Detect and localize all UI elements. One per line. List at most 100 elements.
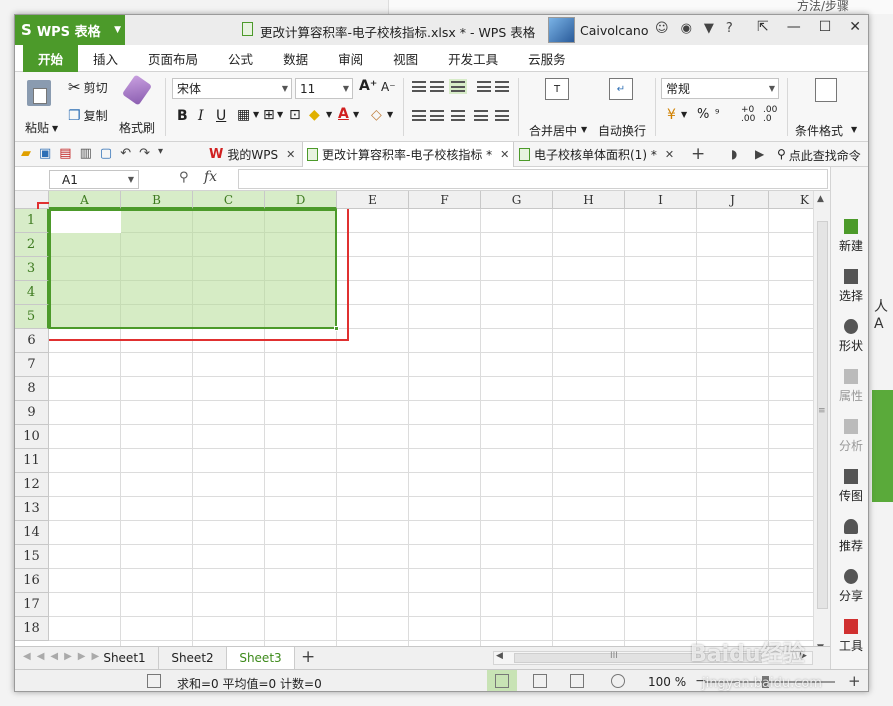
scroll-left-icon[interactable]: ◀ xyxy=(496,651,503,661)
sheet-tab-2[interactable]: Sheet2 xyxy=(159,647,227,669)
bold-button[interactable]: B xyxy=(177,108,188,124)
row-header-11[interactable]: 11 xyxy=(15,449,49,473)
paste-label[interactable]: 粘贴 xyxy=(25,119,49,136)
column-header-g[interactable]: G xyxy=(481,191,553,209)
row-header-6[interactable]: 6 xyxy=(15,329,49,353)
row-header-16[interactable]: 16 xyxy=(15,569,49,593)
help-icon[interactable]: ? xyxy=(726,21,733,36)
zoom-in-icon[interactable]: + xyxy=(848,672,861,690)
username[interactable]: Caivolcano xyxy=(580,23,648,38)
shirt-icon[interactable]: ▼ xyxy=(704,21,714,36)
number-format-select[interactable]: 常规 ▼ xyxy=(661,78,779,99)
merge-center-dropdown-icon[interactable]: ▼ xyxy=(581,125,587,134)
close-tab-icon[interactable]: ✕ xyxy=(286,148,295,161)
tab-page-layout[interactable]: 页面布局 xyxy=(133,45,213,72)
align-center-icon[interactable] xyxy=(430,110,444,121)
side-new-button[interactable]: 新建 xyxy=(831,219,868,254)
page-layout-view-icon[interactable] xyxy=(570,674,584,688)
row-header-1[interactable]: 1 xyxy=(15,209,49,233)
row-header-4[interactable]: 4 xyxy=(15,281,49,305)
decrease-decimal-icon[interactable]: .00.0 xyxy=(763,106,777,124)
badge-icon[interactable]: ☺ xyxy=(655,21,669,36)
clear-format-icon[interactable]: ◇ xyxy=(371,107,382,123)
align-bottom-icon[interactable] xyxy=(449,79,467,94)
side-upload-image-button[interactable]: 传图 xyxy=(831,469,868,504)
fx-button[interactable]: fx xyxy=(204,169,217,185)
row-header-7[interactable]: 7 xyxy=(15,353,49,377)
indent-left-icon[interactable] xyxy=(477,81,491,92)
doc-tab-other[interactable]: 电子校核单体面积(1) * ✕ xyxy=(515,142,678,167)
save-icon[interactable]: ▣ xyxy=(39,146,51,161)
side-shape-button[interactable]: 形状 xyxy=(831,319,868,354)
tab-review[interactable]: 审阅 xyxy=(323,45,378,72)
tab-home[interactable]: 开始 xyxy=(23,45,79,72)
redo-icon[interactable]: ↷ xyxy=(139,146,150,161)
tab-view[interactable]: 视图 xyxy=(378,45,433,72)
italic-button[interactable]: I xyxy=(198,108,204,124)
format-painter-button[interactable] xyxy=(121,74,153,106)
fill-color-icon[interactable]: ◆ xyxy=(309,107,320,123)
row-header-14[interactable]: 14 xyxy=(15,521,49,545)
font-name-select[interactable]: 宋体 ▼ xyxy=(172,78,292,99)
row-header-15[interactable]: 15 xyxy=(15,545,49,569)
row-header-3[interactable]: 3 xyxy=(15,257,49,281)
vertical-scrollbar[interactable]: ▲ ≡ ▼ xyxy=(813,191,830,654)
conditional-format-dropdown-icon[interactable]: ▼ xyxy=(851,125,857,134)
tab-menu-icon[interactable]: ▶ xyxy=(755,147,764,161)
side-select-button[interactable]: 选择 xyxy=(831,269,868,304)
column-header-j[interactable]: J xyxy=(697,191,769,209)
percent-button[interactable]: % xyxy=(697,107,709,122)
tab-data[interactable]: 数据 xyxy=(268,45,323,72)
scroll-up-icon[interactable]: ▲ xyxy=(817,194,824,204)
column-header-c[interactable]: C xyxy=(193,191,265,209)
indent-right-icon[interactable] xyxy=(495,81,509,92)
new-tab-icon[interactable]: + xyxy=(691,144,705,164)
currency-dropdown-icon[interactable]: ▼ xyxy=(681,110,687,119)
side-share-button[interactable]: 分享 xyxy=(831,569,868,604)
sheet-tab-3[interactable]: Sheet3 xyxy=(227,647,295,669)
wrap-text-icon[interactable]: ↵ xyxy=(609,78,633,100)
close-tab-icon[interactable]: ✕ xyxy=(665,148,674,161)
distribute-icon[interactable] xyxy=(495,110,509,121)
column-header-h[interactable]: H xyxy=(553,191,625,209)
zoom-search-icon[interactable]: ⚲ xyxy=(179,170,189,185)
name-box[interactable]: A1 ▼ xyxy=(49,170,139,189)
comma-style-icon[interactable]: ⁹ xyxy=(715,107,719,120)
add-sheet-icon[interactable]: + xyxy=(301,647,315,667)
clear-format-dropdown-icon[interactable]: ▼ xyxy=(387,110,393,119)
merge-center-icon[interactable]: T xyxy=(545,78,569,100)
cut-button[interactable]: ✂ 剪切 xyxy=(68,78,108,96)
undo-icon[interactable]: ↶ xyxy=(120,146,131,161)
open-folder-icon[interactable]: ▰ xyxy=(21,146,31,161)
print-preview-icon[interactable]: ▢ xyxy=(100,146,112,161)
format-painter-label[interactable]: 格式刷 xyxy=(119,119,155,136)
customize-dropdown-icon[interactable]: ▾ xyxy=(158,146,163,161)
doc-tab-current[interactable]: 更改计算容积率-电子校核指标 * ✕ xyxy=(302,142,515,167)
formula-input[interactable] xyxy=(238,169,828,189)
tab-formulas[interactable]: 公式 xyxy=(213,45,268,72)
print-icon[interactable]: ▥ xyxy=(80,146,92,161)
merge-center-button[interactable]: 合并居中 xyxy=(529,122,577,139)
eye-protection-icon[interactable] xyxy=(611,674,625,688)
tab-list-icon[interactable]: ◗ xyxy=(731,147,737,161)
tab-developer[interactable]: 开发工具 xyxy=(433,45,513,72)
column-header-i[interactable]: I xyxy=(625,191,697,209)
sheet-tab-1[interactable]: Sheet1 xyxy=(91,647,159,669)
align-right-icon[interactable] xyxy=(451,110,465,121)
macro-record-icon[interactable] xyxy=(147,674,161,688)
close-tab-icon[interactable]: ✕ xyxy=(500,148,509,161)
normal-view-icon[interactable] xyxy=(495,674,509,688)
justify-icon[interactable] xyxy=(474,110,488,121)
zoom-level[interactable]: 100 % xyxy=(648,675,686,689)
user-area[interactable]: Caivolcano xyxy=(548,17,648,43)
tab-insert[interactable]: 插入 xyxy=(78,45,133,72)
row-header-18[interactable]: 18 xyxy=(15,617,49,641)
currency-icon[interactable]: ¥ xyxy=(667,107,676,123)
column-header-e[interactable]: E xyxy=(337,191,409,209)
row-header-17[interactable]: 17 xyxy=(15,593,49,617)
column-header-f[interactable]: F xyxy=(409,191,481,209)
paste-button[interactable] xyxy=(27,80,51,106)
row-header-12[interactable]: 12 xyxy=(15,473,49,497)
decrease-font-icon[interactable]: A⁻ xyxy=(381,80,396,94)
merge-border-dropdown-icon[interactable]: ▼ xyxy=(277,110,283,119)
